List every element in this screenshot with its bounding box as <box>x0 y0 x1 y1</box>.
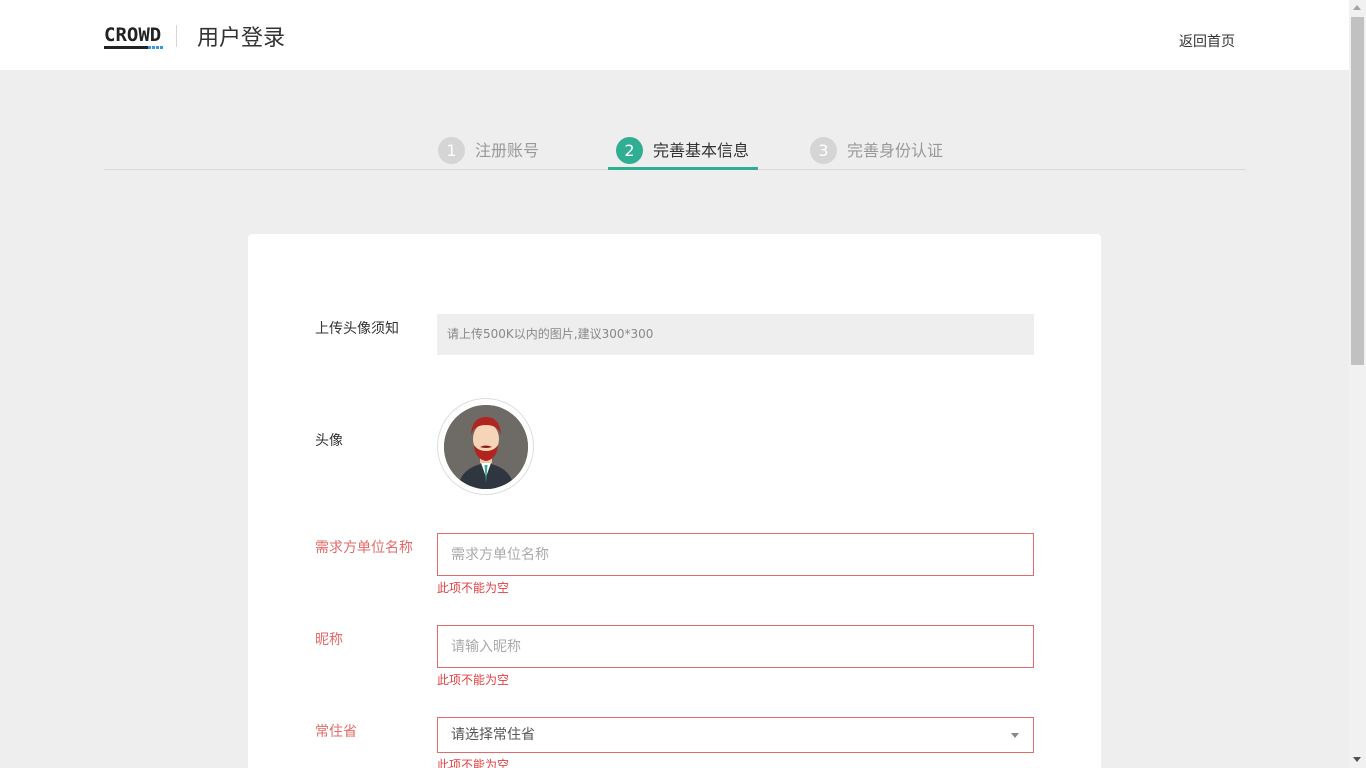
scrollbar-thumb[interactable] <box>1351 17 1364 365</box>
step-number: 1 <box>438 137 465 164</box>
avatar-notice-label: 上传头像须知 <box>315 321 399 337</box>
header-divider <box>176 25 177 47</box>
step-label: 完善身份认证 <box>847 141 944 160</box>
nickname-input[interactable] <box>437 625 1034 668</box>
avatar-label: 头像 <box>315 433 343 449</box>
page-title: 用户登录 <box>197 26 286 51</box>
nickname-error: 此项不能为空 <box>437 673 510 687</box>
vertical-scrollbar[interactable] <box>1349 0 1366 768</box>
step-label: 注册账号 <box>475 141 540 160</box>
avatar-upload[interactable] <box>437 398 534 495</box>
nickname-label: 昵称 <box>315 632 343 648</box>
province-label: 常住省 <box>315 724 357 740</box>
step-identity-verification: 3 完善身份认证 <box>810 137 943 170</box>
chevron-down-icon <box>1011 733 1019 738</box>
person-avatar-icon <box>443 404 528 489</box>
top-header: CROWD 用户登录 返回首页 <box>0 0 1349 70</box>
province-select[interactable]: 请选择常住省 <box>437 717 1034 753</box>
step-number: 2 <box>616 137 643 164</box>
step-number: 3 <box>810 137 837 164</box>
avatar-image <box>443 404 528 489</box>
scroll-down-arrow-icon[interactable] <box>1353 757 1361 762</box>
avatar-notice-text: 请上传500K以内的图片,建议300*300 <box>437 314 1034 355</box>
logo-text: CROWD <box>104 24 162 46</box>
step-basic-info: 2 完善基本信息 <box>616 137 749 170</box>
company-name-input[interactable] <box>437 533 1034 576</box>
back-home-link[interactable]: 返回首页 <box>1179 31 1235 51</box>
profile-form-card: 上传头像须知 请上传500K以内的图片,建议300*300 头像 需求方单位名称… <box>248 234 1101 768</box>
logo-dots <box>148 46 164 49</box>
company-name-label: 需求方单位名称 <box>315 540 413 556</box>
active-step-indicator <box>608 167 758 170</box>
company-name-error: 此项不能为空 <box>437 581 510 595</box>
step-register-account: 1 注册账号 <box>438 137 539 170</box>
province-select-value: 请选择常住省 <box>451 727 535 743</box>
scroll-up-arrow-icon[interactable] <box>1353 5 1361 10</box>
crowd-logo[interactable]: CROWD <box>104 24 164 50</box>
province-error: 此项不能为空 <box>437 758 510 768</box>
registration-steps: 1 注册账号 2 完善基本信息 3 完善身份认证 <box>104 130 1246 170</box>
step-label: 完善基本信息 <box>653 141 750 160</box>
